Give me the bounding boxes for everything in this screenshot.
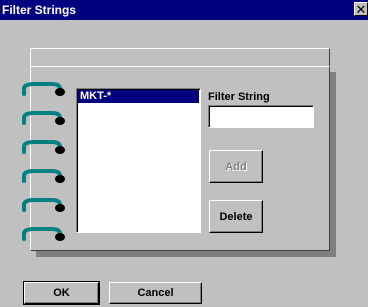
cancel-button[interactable]: Cancel (109, 282, 202, 304)
filter-strings-listbox[interactable]: MKT-* (76, 88, 201, 233)
window-title: Filter Strings (2, 3, 77, 17)
close-button[interactable]: ✕ (354, 2, 368, 16)
close-icon: ✕ (355, 1, 367, 17)
delete-button[interactable]: Delete (209, 200, 263, 233)
add-button[interactable]: Add (209, 150, 263, 183)
title-bar: Filter Strings ✕ (0, 0, 368, 20)
filter-string-input[interactable] (208, 105, 314, 128)
list-item[interactable]: MKT-* (78, 90, 199, 103)
filter-string-label: Filter String (208, 91, 270, 103)
ok-button[interactable]: OK (23, 281, 100, 305)
spiral-binding-icon (22, 82, 65, 241)
notebook-tab-strip (30, 48, 330, 66)
